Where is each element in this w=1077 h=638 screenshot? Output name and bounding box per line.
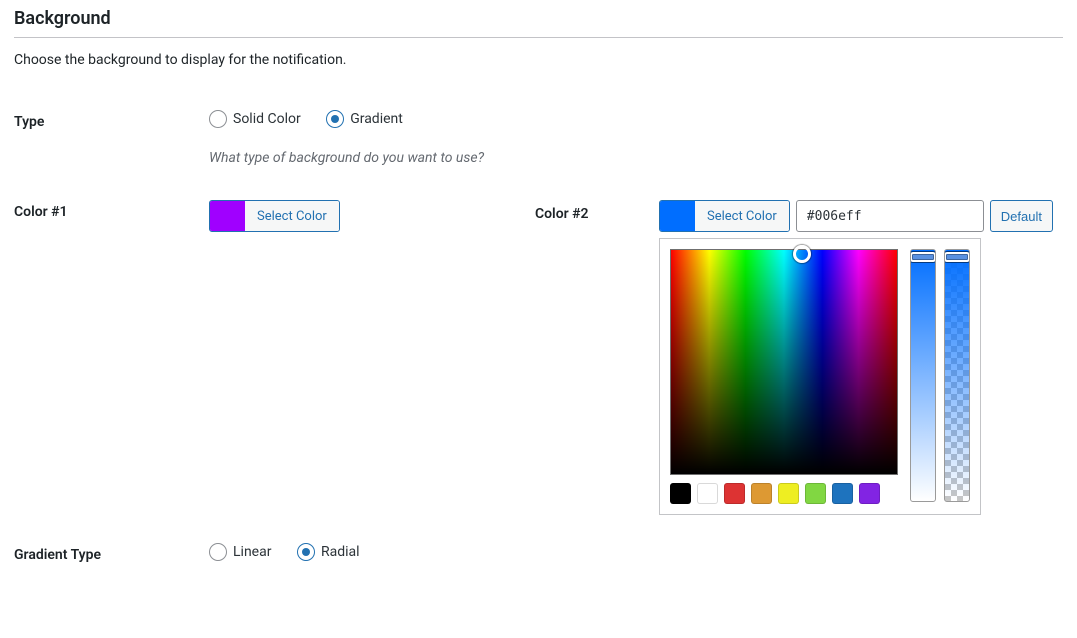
type-option-gradient-label: Gradient [350, 111, 403, 127]
color2-button-label: Select Color [695, 201, 789, 231]
alpha-handle[interactable] [944, 252, 970, 262]
lightness-slider[interactable] [910, 249, 936, 502]
preset-swatch[interactable] [724, 483, 745, 504]
type-radio-solid[interactable] [209, 110, 227, 128]
gradient-option-radial[interactable]: Radial [297, 543, 360, 561]
saturation-canvas[interactable] [670, 249, 898, 475]
preset-swatch[interactable] [670, 483, 691, 504]
gradient-option-linear[interactable]: Linear [209, 543, 271, 561]
type-label: Type [14, 96, 209, 186]
type-option-solid[interactable]: Solid Color [209, 110, 301, 128]
preset-swatch[interactable] [751, 483, 772, 504]
color2-default-button[interactable]: Default [990, 200, 1053, 232]
gradient-radio-linear[interactable] [209, 543, 227, 561]
color2-swatch [660, 201, 695, 231]
color1-swatch [210, 201, 245, 231]
preset-swatch[interactable] [778, 483, 799, 504]
color2-block: Color #2 Select Color Default [535, 200, 1053, 515]
type-radio-gradient[interactable] [326, 110, 344, 128]
type-radio-group: Solid Color Gradient [209, 110, 1053, 132]
color1-button-label: Select Color [245, 201, 339, 231]
type-hint: What type of background do you want to u… [209, 150, 1053, 166]
section-description: Choose the background to display for the… [14, 52, 1063, 68]
gradient-type-radio-group: Linear Radial [209, 543, 1053, 565]
section-divider [14, 37, 1063, 38]
color2-hex-input[interactable] [796, 200, 984, 232]
gradient-radio-radial[interactable] [297, 543, 315, 561]
color-picker-panel [659, 238, 981, 515]
type-option-gradient[interactable]: Gradient [326, 110, 403, 128]
gradient-option-radial-label: Radial [321, 544, 360, 560]
section-title: Background [14, 8, 1063, 33]
alpha-slider[interactable] [944, 249, 970, 502]
preset-swatch[interactable] [859, 483, 880, 504]
gradient-type-label: Gradient Type [14, 529, 209, 581]
preset-swatch[interactable] [697, 483, 718, 504]
color1-cell: Select Color [209, 200, 340, 232]
color2-select-button[interactable]: Select Color [659, 200, 790, 232]
preset-swatch[interactable] [832, 483, 853, 504]
preset-swatch[interactable] [805, 483, 826, 504]
gradient-option-linear-label: Linear [233, 544, 271, 560]
color2-label: Color #2 [535, 200, 653, 222]
type-option-solid-label: Solid Color [233, 111, 301, 127]
color1-label: Color #1 [14, 186, 209, 529]
lightness-handle[interactable] [910, 252, 936, 262]
color1-select-button[interactable]: Select Color [209, 200, 340, 232]
preset-swatch-row [670, 483, 900, 504]
